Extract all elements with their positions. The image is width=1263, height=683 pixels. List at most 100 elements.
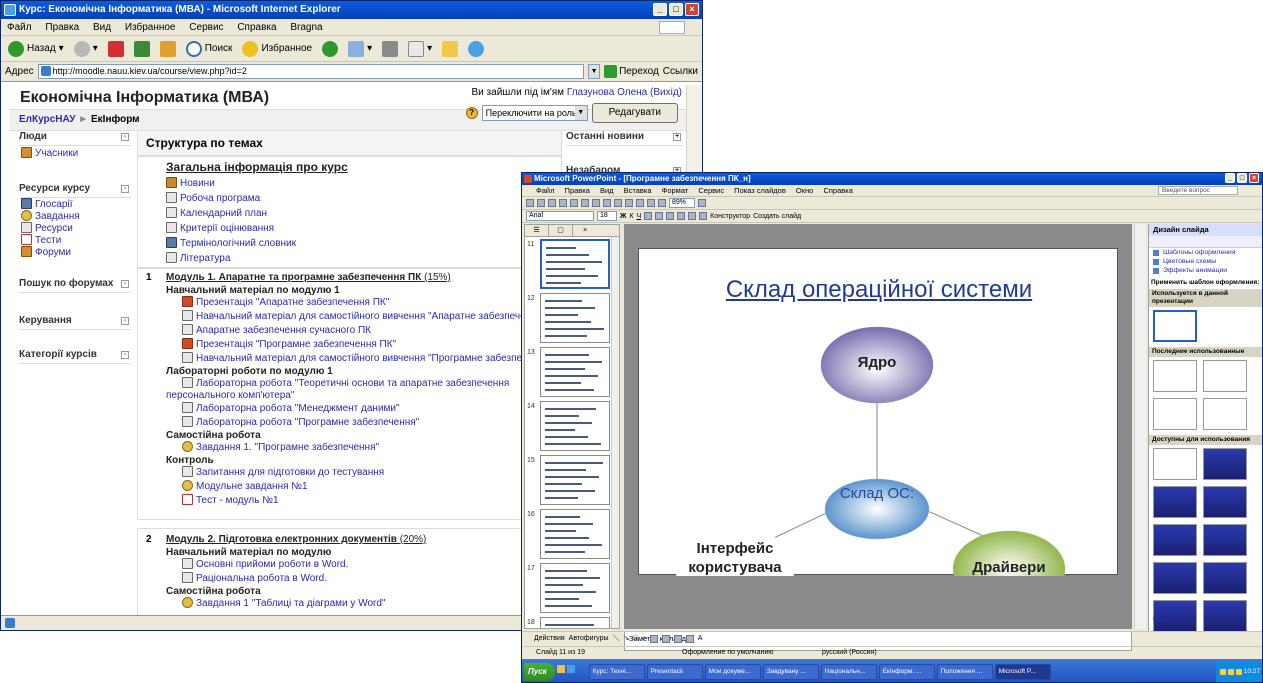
messenger-button[interactable] bbox=[465, 40, 487, 57]
slide-thumbnail[interactable] bbox=[540, 239, 610, 289]
template-thumb[interactable] bbox=[1203, 600, 1247, 631]
module1-lab-item[interactable]: Лабораторна робота "Теоретичні основи та… bbox=[166, 377, 558, 402]
taskbar-item-active[interactable]: Microsoft P... bbox=[994, 663, 1051, 680]
font-color-icon[interactable] bbox=[699, 212, 708, 220]
underline-icon[interactable]: Ч bbox=[636, 213, 641, 220]
textbox-icon[interactable] bbox=[649, 634, 658, 643]
save-icon[interactable] bbox=[548, 199, 556, 207]
refresh-button[interactable] bbox=[131, 40, 153, 57]
design-templates-link[interactable]: Шаблоны оформления bbox=[1149, 248, 1262, 257]
bold-icon[interactable]: Ж bbox=[620, 213, 626, 220]
align-center-icon[interactable] bbox=[655, 212, 664, 220]
rectangle-icon[interactable]: □ bbox=[633, 632, 637, 646]
ppt-menu-view[interactable]: Вид bbox=[600, 186, 614, 195]
collapse-icon[interactable]: - bbox=[121, 351, 129, 359]
search-button[interactable]: Поиск bbox=[183, 40, 236, 57]
back-button[interactable]: Назад ▾ bbox=[5, 40, 67, 57]
user-link[interactable]: Глазунова Олена bbox=[567, 87, 647, 98]
print-icon[interactable] bbox=[559, 199, 567, 207]
taskbar-item[interactable]: Національн... bbox=[820, 663, 877, 680]
glossary-link[interactable]: Глосарії bbox=[21, 198, 80, 210]
color-schemes-link[interactable]: Цветовые схемы bbox=[1149, 257, 1262, 266]
collapse-icon[interactable]: + bbox=[673, 133, 681, 141]
ppt-title-bar[interactable]: Microsoft PowerPoint - [Програмне забезп… bbox=[522, 173, 1262, 185]
collapse-icon[interactable]: - bbox=[121, 185, 129, 193]
menu-extra[interactable]: Bragna bbox=[290, 22, 322, 33]
module1-lab-item[interactable]: Лабораторна робота "Програмне забезпечен… bbox=[166, 416, 558, 430]
ppt-help-input[interactable]: Введите вопрос bbox=[1158, 186, 1238, 195]
close-pane-icon[interactable]: × bbox=[573, 225, 597, 236]
template-thumb[interactable] bbox=[1203, 562, 1247, 594]
resources-link[interactable]: Ресурси bbox=[21, 222, 80, 234]
current-slide[interactable]: Склад операційної системи Ядро Склад ОС:… bbox=[638, 248, 1118, 576]
oval-icon[interactable]: ○ bbox=[642, 632, 646, 646]
literature-link[interactable]: Література bbox=[166, 251, 296, 266]
ppt-menu-file[interactable]: Файл bbox=[536, 186, 554, 195]
collapse-icon[interactable]: - bbox=[121, 280, 129, 288]
module1-control-item[interactable]: Тест - модуль №1 bbox=[166, 494, 558, 508]
slide-thumbnail[interactable] bbox=[540, 455, 610, 505]
template-thumb[interactable] bbox=[1153, 448, 1197, 480]
slides-tab[interactable]: ▢ bbox=[549, 225, 573, 236]
line-color-icon[interactable] bbox=[685, 634, 694, 643]
module1-item[interactable]: Навчальний матеріал для самостійного вив… bbox=[166, 352, 568, 366]
menu-favorites[interactable]: Избранное bbox=[125, 22, 176, 33]
actions-menu[interactable]: Действия bbox=[534, 632, 565, 646]
zoom-select[interactable]: 89% bbox=[669, 198, 695, 208]
template-thumb[interactable] bbox=[1203, 448, 1247, 480]
address-input[interactable]: http://moodle.nauu.kiev.ua/course/view.p… bbox=[37, 64, 585, 79]
module1-item[interactable]: Навчальний матеріал для самостійного вив… bbox=[166, 310, 561, 324]
preview-icon[interactable] bbox=[570, 199, 578, 207]
module1-task-item[interactable]: Завдання 1. "Програмне забезпечення" bbox=[166, 441, 558, 455]
collapse-icon[interactable]: - bbox=[121, 133, 129, 141]
paste-icon[interactable] bbox=[614, 199, 622, 207]
ie-launch-icon[interactable] bbox=[566, 664, 575, 673]
slide-thumbnail[interactable] bbox=[540, 347, 610, 397]
ppt-minimize-button[interactable]: _ bbox=[1225, 173, 1235, 183]
menu-tools[interactable]: Сервис bbox=[189, 22, 223, 33]
close-button[interactable]: × bbox=[685, 3, 699, 16]
template-thumb[interactable] bbox=[1153, 360, 1197, 392]
arrow-icon[interactable]: ↘ bbox=[624, 632, 630, 646]
font-size-select[interactable]: 18 bbox=[597, 211, 617, 221]
ppt-close-button[interactable]: × bbox=[1249, 173, 1259, 183]
redo-icon[interactable] bbox=[636, 199, 644, 207]
grading-criteria-link[interactable]: Критерії оцінювання bbox=[166, 221, 296, 236]
ppt-menu-window[interactable]: Окно bbox=[796, 186, 813, 195]
work-program-link[interactable]: Робоча програма bbox=[166, 191, 296, 206]
module1-item[interactable]: Презентація "Програмне забезпечення ПК" bbox=[166, 338, 558, 352]
spelling-icon[interactable] bbox=[581, 199, 589, 207]
fill-color-icon[interactable] bbox=[673, 634, 682, 643]
menu-edit[interactable]: Правка bbox=[45, 22, 79, 33]
italic-icon[interactable]: К bbox=[629, 213, 633, 220]
slide-thumbnail[interactable] bbox=[540, 293, 610, 343]
undo-icon[interactable] bbox=[625, 199, 633, 207]
module2-item[interactable]: Раціональна робота в Word. bbox=[166, 572, 558, 586]
taskbar-item[interactable]: Положення ... bbox=[936, 663, 993, 680]
forums-link[interactable]: Форуми bbox=[21, 246, 80, 258]
new-slide-button[interactable]: Создать слайд bbox=[753, 213, 801, 220]
open-icon[interactable] bbox=[537, 199, 545, 207]
wordart-icon[interactable] bbox=[661, 634, 670, 643]
glossary-dictionary-link[interactable]: Термінологічний словник bbox=[166, 236, 296, 251]
font-color-draw-icon[interactable]: A bbox=[698, 632, 703, 646]
participants-link[interactable]: Учасники bbox=[21, 147, 78, 159]
address-dropdown-icon[interactable]: ▼ bbox=[588, 64, 601, 79]
edit-button[interactable]: Редагувати bbox=[591, 103, 678, 123]
role-select[interactable]: Переключити на роль... bbox=[481, 105, 588, 121]
align-left-icon[interactable] bbox=[644, 212, 653, 220]
edit-page-button[interactable]: ▾ bbox=[405, 40, 435, 57]
template-thumb[interactable] bbox=[1203, 360, 1247, 392]
module1-control-item[interactable]: Модульне завдання №1 bbox=[166, 480, 558, 494]
history-button[interactable] bbox=[319, 40, 341, 57]
autoshapes-menu[interactable]: Автофигуры bbox=[569, 632, 609, 646]
outline-tab[interactable]: ☰ bbox=[525, 225, 549, 236]
ppt-menu-help[interactable]: Справка bbox=[823, 186, 852, 195]
menu-view[interactable]: Вид bbox=[93, 22, 111, 33]
go-button[interactable]: Переход bbox=[604, 65, 659, 78]
template-thumb[interactable] bbox=[1153, 524, 1197, 556]
browse-link[interactable]: Обзор... bbox=[1153, 616, 1179, 623]
template-thumb[interactable] bbox=[1203, 398, 1247, 430]
slide-scrollbar[interactable] bbox=[1134, 224, 1146, 629]
calendar-plan-link[interactable]: Календарний план bbox=[166, 206, 296, 221]
